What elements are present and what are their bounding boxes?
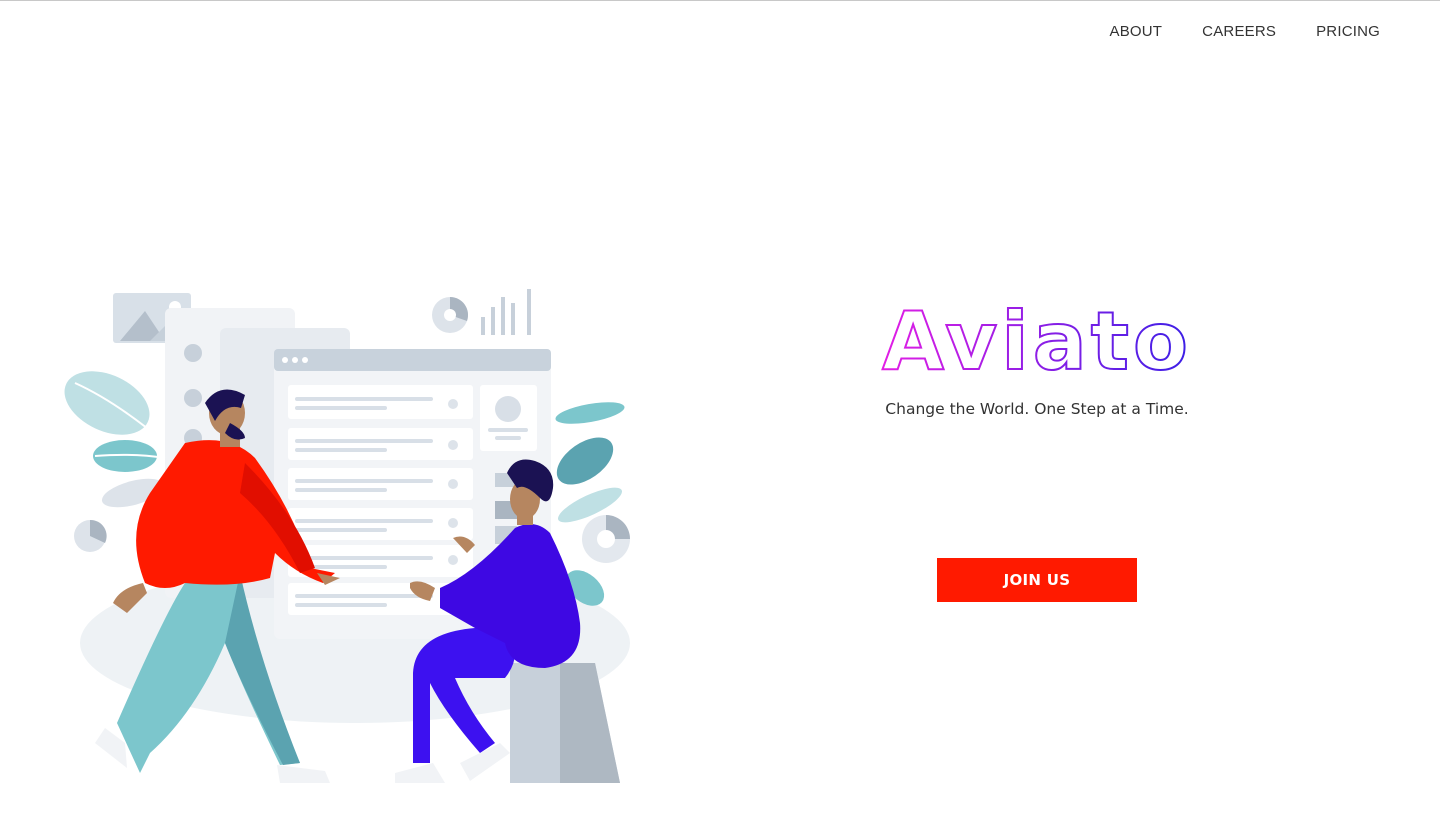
join-us-button[interactable]: JOIN US <box>937 558 1137 602</box>
top-nav: ABOUT CAREERS PRICING <box>1109 23 1380 40</box>
nav-link-about[interactable]: ABOUT <box>1109 23 1162 40</box>
team-collaboration-illustration <box>55 283 640 788</box>
brand-logo: Aviato <box>837 301 1237 381</box>
tagline: Change the World. One Step at a Time. <box>885 400 1189 418</box>
nav-link-pricing[interactable]: PRICING <box>1316 23 1380 40</box>
logo-wordmark: Aviato <box>882 301 1192 381</box>
nav-link-careers[interactable]: CAREERS <box>1202 23 1276 40</box>
